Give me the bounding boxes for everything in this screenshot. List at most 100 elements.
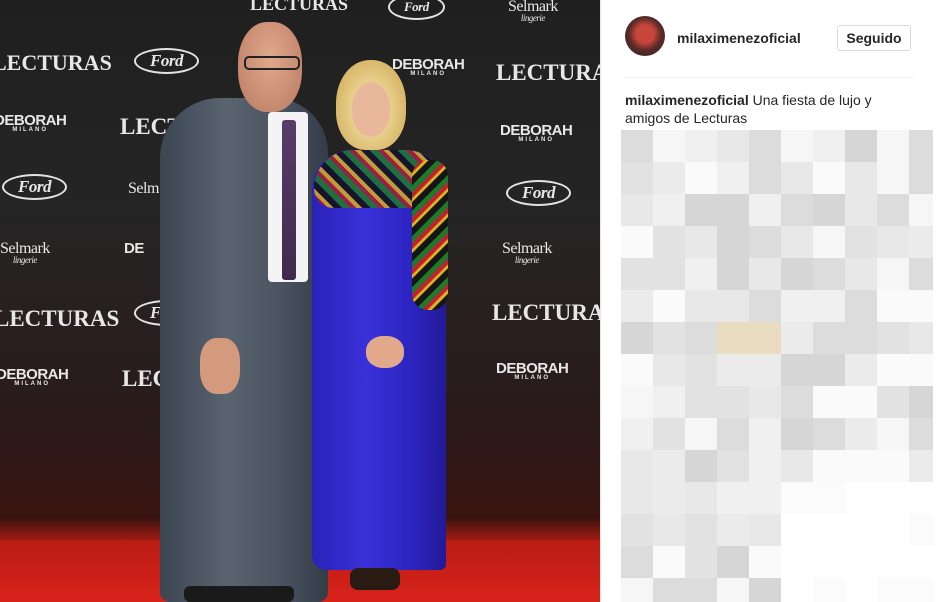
pixel-block (653, 386, 685, 418)
woman-sleeve (412, 160, 448, 310)
logo-deborah: DEBORAH MILANO (500, 122, 573, 143)
logo-selmark: Selmark lingerie (0, 240, 50, 265)
logo-deborah: DE (124, 240, 144, 257)
pixel-block (749, 450, 781, 482)
pixel-block (845, 514, 877, 546)
pixel-block (717, 578, 749, 602)
pixel-block (749, 194, 781, 226)
pixel-block (621, 386, 653, 418)
pixel-block (749, 130, 781, 162)
pixel-block (749, 546, 781, 578)
pixel-block (813, 354, 845, 386)
pixelated-comments-area (621, 130, 933, 602)
woman-hand (366, 336, 404, 368)
pixel-block (781, 226, 813, 258)
pixel-block (653, 578, 685, 602)
pixel-block (621, 450, 653, 482)
pixel-block (653, 258, 685, 290)
pixel-block (749, 482, 781, 514)
pixel-block (621, 418, 653, 450)
pixel-block (845, 258, 877, 290)
pixel-block (749, 354, 781, 386)
pixel-block (845, 418, 877, 450)
pixel-block (685, 322, 717, 354)
header-divider (625, 77, 913, 78)
pixel-block (909, 482, 933, 514)
logo-ford: Ford (134, 48, 199, 74)
pixel-block (909, 290, 933, 322)
pixel-block (685, 418, 717, 450)
pixel-block (653, 482, 685, 514)
logo-ford: Ford (388, 0, 445, 20)
pixel-block (717, 546, 749, 578)
pixel-block (653, 322, 685, 354)
pixel-block (813, 578, 845, 602)
pixel-block (845, 322, 877, 354)
pixel-block (781, 194, 813, 226)
pixel-block (813, 290, 845, 322)
pixel-block (909, 194, 933, 226)
pixel-block (685, 578, 717, 602)
pixel-block (653, 546, 685, 578)
pixel-block (877, 514, 909, 546)
pixel-block (749, 386, 781, 418)
logo-ford: Ford (506, 180, 571, 206)
pixel-block (781, 322, 813, 354)
pixel-block (717, 418, 749, 450)
pixel-block (749, 226, 781, 258)
pixel-block (845, 162, 877, 194)
pixel-block (877, 386, 909, 418)
following-button[interactable]: Seguido (837, 25, 911, 51)
man-tie (282, 120, 296, 280)
pixel-block (621, 578, 653, 602)
pixel-block (845, 194, 877, 226)
pixel-block (813, 130, 845, 162)
pixel-block (621, 546, 653, 578)
pixel-block (685, 514, 717, 546)
pixel-block (621, 482, 653, 514)
pixel-block (909, 322, 933, 354)
man-shoes (184, 586, 294, 602)
pixel-block (845, 226, 877, 258)
logo-deborah: DEBORAH MILANO (392, 56, 465, 77)
pixel-block (845, 290, 877, 322)
pixel-block (685, 290, 717, 322)
pixel-block (909, 386, 933, 418)
pixel-block (685, 386, 717, 418)
pixel-block (653, 514, 685, 546)
username-link[interactable]: milaximenezoficial (677, 30, 801, 46)
pixel-block (717, 450, 749, 482)
caption-username-link[interactable]: milaximenezoficial (625, 92, 749, 108)
pixel-block (749, 418, 781, 450)
post-photo[interactable]: LECTURAS Ford Selmark lingerie LECTURAS F… (0, 0, 600, 602)
pixel-block (717, 322, 749, 354)
pixel-block (813, 546, 845, 578)
logo-deborah: DEBORAH MILANO (496, 360, 569, 381)
logo-deborah: DEBORAH MILANO (0, 366, 69, 387)
pixel-block (909, 162, 933, 194)
pixel-block (845, 354, 877, 386)
pixel-block (685, 546, 717, 578)
pixel-block (781, 162, 813, 194)
pixel-block (909, 418, 933, 450)
pixel-block (845, 386, 877, 418)
profile-avatar-icon[interactable] (625, 16, 665, 56)
pixel-block (813, 514, 845, 546)
logo-lecturas: LECTURAS (496, 60, 600, 85)
pixel-block (717, 226, 749, 258)
pixel-block (845, 450, 877, 482)
pixel-block (749, 290, 781, 322)
pixel-block (909, 354, 933, 386)
pixel-block (621, 130, 653, 162)
logo-deborah: DEBORAH MILANO (0, 112, 67, 133)
logo-lecturas: LECTURAS (0, 306, 120, 331)
pixel-block (845, 482, 877, 514)
glasses-icon (244, 56, 300, 70)
pixel-block (781, 450, 813, 482)
pixel-block (685, 482, 717, 514)
pixel-block (621, 290, 653, 322)
pixel-block (653, 418, 685, 450)
pixel-block (909, 578, 933, 602)
pixel-block (877, 194, 909, 226)
pixel-block (621, 194, 653, 226)
